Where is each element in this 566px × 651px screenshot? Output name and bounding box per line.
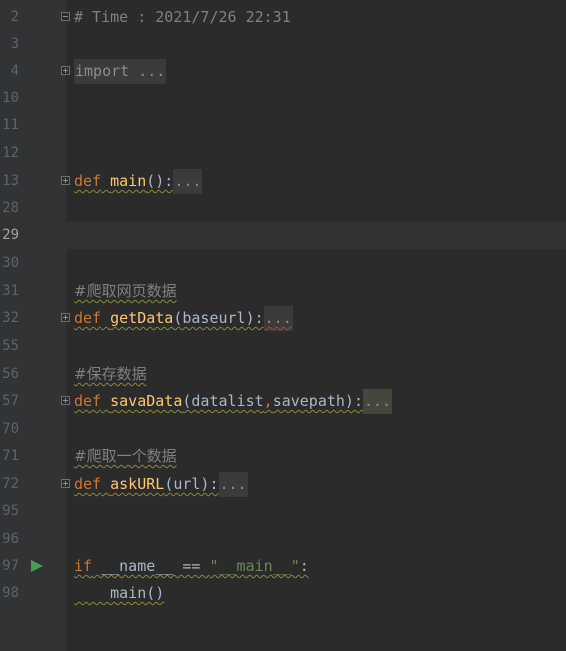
function-def-getdata: def getData(baseurl):	[74, 309, 264, 327]
fold-toggle-icon[interactable]	[61, 176, 70, 185]
line-number: 97	[2, 558, 19, 574]
line-number: 72	[2, 476, 19, 492]
function-def-main: def main():	[74, 172, 174, 190]
code-text[interactable]: def main():...	[74, 168, 203, 195]
line-number: 4	[10, 63, 19, 79]
code-line[interactable]: 30	[0, 250, 566, 277]
line-number: 55	[2, 338, 19, 354]
line-number: 13	[2, 173, 19, 189]
code-text[interactable]: #保存数据	[74, 361, 147, 388]
code-text[interactable]: def savaData(datalist,savepath):...	[74, 388, 393, 415]
code-line[interactable]: 11	[0, 112, 566, 139]
comment: #爬取一个数据	[74, 447, 177, 465]
code-line[interactable]: 28	[0, 195, 566, 222]
code-text[interactable]: #爬取网页数据	[74, 278, 177, 305]
line-number: 32	[2, 310, 19, 326]
code-line[interactable]: 13 def main():...	[0, 168, 566, 195]
line-number: 30	[2, 255, 19, 271]
code-text[interactable]: def askURL(url):...	[74, 471, 248, 498]
folded-body[interactable]: ...	[218, 472, 248, 497]
keyword: def	[74, 392, 102, 410]
code-line[interactable]: 55	[0, 333, 566, 360]
line-number: 95	[2, 503, 19, 519]
code-text[interactable]: main()	[74, 580, 164, 607]
line-number: 57	[2, 393, 19, 409]
line-number: 29	[2, 227, 19, 243]
comma: ,	[263, 392, 273, 410]
code-line[interactable]: 56 #保存数据	[0, 361, 566, 388]
line-number: 96	[2, 531, 19, 547]
function-name: main	[110, 172, 147, 190]
comment: # Time : 2021/7/26 22:31	[74, 8, 291, 26]
fold-toggle-icon[interactable]	[61, 12, 70, 21]
code-line[interactable]: 98 main()	[0, 580, 566, 607]
fold-toggle-icon[interactable]	[61, 479, 70, 488]
run-gutter-icon[interactable]	[31, 560, 43, 572]
fold-toggle-icon[interactable]	[61, 313, 70, 322]
comment: #保存数据	[74, 365, 147, 383]
keyword: def	[74, 475, 102, 493]
code-line[interactable]: 71 #爬取一个数据	[0, 443, 566, 470]
code-line[interactable]: 10	[0, 85, 566, 112]
line-number: 31	[2, 283, 19, 299]
function-name: askURL	[110, 475, 165, 493]
code-line[interactable]: 31 #爬取网页数据	[0, 278, 566, 305]
main-guard: if __name__ == "__main__":	[74, 557, 309, 575]
line-number: 71	[2, 448, 19, 464]
keyword: def	[74, 172, 102, 190]
line-number: 2	[10, 9, 19, 25]
folded-import-block[interactable]: import ...	[74, 59, 167, 84]
code-line[interactable]: 12	[0, 140, 566, 167]
code-line[interactable]: 97 if __name__ == "__main__":	[0, 553, 566, 580]
folded-body[interactable]: ...	[263, 306, 293, 331]
comment: #爬取网页数据	[74, 282, 177, 300]
code-line[interactable]: 57 def savaData(datalist,savepath):...	[0, 388, 566, 415]
function-def-savadata: def savaData(datalist,savepath):	[74, 392, 363, 410]
code-line[interactable]: 32 def getData(baseurl):...	[0, 305, 566, 332]
code-text[interactable]: # Time : 2021/7/26 22:31	[74, 4, 291, 31]
line-number: 11	[2, 117, 19, 133]
code-line[interactable]: 3	[0, 31, 566, 58]
keyword: def	[74, 309, 102, 327]
current-code-line[interactable]: 29	[0, 222, 566, 249]
code-line[interactable]: 2 # Time : 2021/7/26 22:31	[0, 4, 566, 31]
line-number: 28	[2, 200, 19, 216]
code-line[interactable]: 72 def askURL(url):...	[0, 471, 566, 498]
code-line[interactable]: 4 import ...	[0, 58, 566, 85]
line-number: 10	[2, 90, 19, 106]
function-name: savaData	[110, 392, 183, 410]
code-text[interactable]: if __name__ == "__main__":	[74, 553, 309, 580]
code-text[interactable]: #爬取一个数据	[74, 443, 177, 470]
function-name: getData	[110, 309, 174, 327]
code-text[interactable]: def getData(baseurl):...	[74, 305, 293, 332]
keyword: if	[74, 557, 93, 575]
line-number: 3	[10, 36, 19, 52]
code-line[interactable]: 95	[0, 498, 566, 525]
string-literal: "__main__"	[209, 557, 300, 575]
line-number: 12	[2, 145, 19, 161]
line-number: 98	[2, 585, 19, 601]
folded-body[interactable]: ...	[173, 169, 203, 194]
line-number: 56	[2, 366, 19, 382]
fold-toggle-icon[interactable]	[61, 396, 70, 405]
code-line[interactable]: 96	[0, 526, 566, 553]
fold-toggle-icon[interactable]	[61, 66, 70, 75]
function-def-askurl: def askURL(url):	[74, 475, 219, 493]
main-call: main()	[74, 584, 165, 602]
code-line[interactable]: 70	[0, 416, 566, 443]
code-text[interactable]: import ...	[74, 58, 167, 85]
folded-body[interactable]: ...	[363, 389, 393, 414]
line-number: 70	[2, 421, 19, 437]
code-editor[interactable]: 2 # Time : 2021/7/26 22:31 3 4 import ..…	[0, 0, 566, 651]
